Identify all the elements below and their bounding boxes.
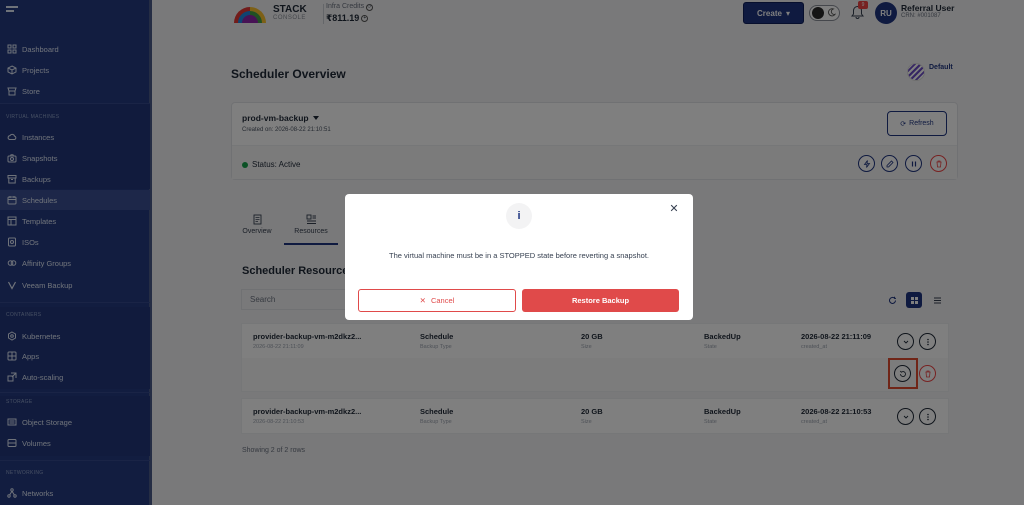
cancel-button[interactable]: ✕ Cancel [358,289,516,312]
restore-backup-confirm-button[interactable]: Restore Backup [522,289,679,312]
cancel-label: Cancel [430,296,455,305]
dialog-message: The virtual machine must be in a STOPPED… [389,251,649,260]
close-icon[interactable]: ✕ [668,202,680,215]
close-icon: ✕ [419,296,426,305]
info-icon: i [506,203,532,229]
confirm-dialog: i ✕ The virtual machine must be in a STO… [345,194,693,320]
